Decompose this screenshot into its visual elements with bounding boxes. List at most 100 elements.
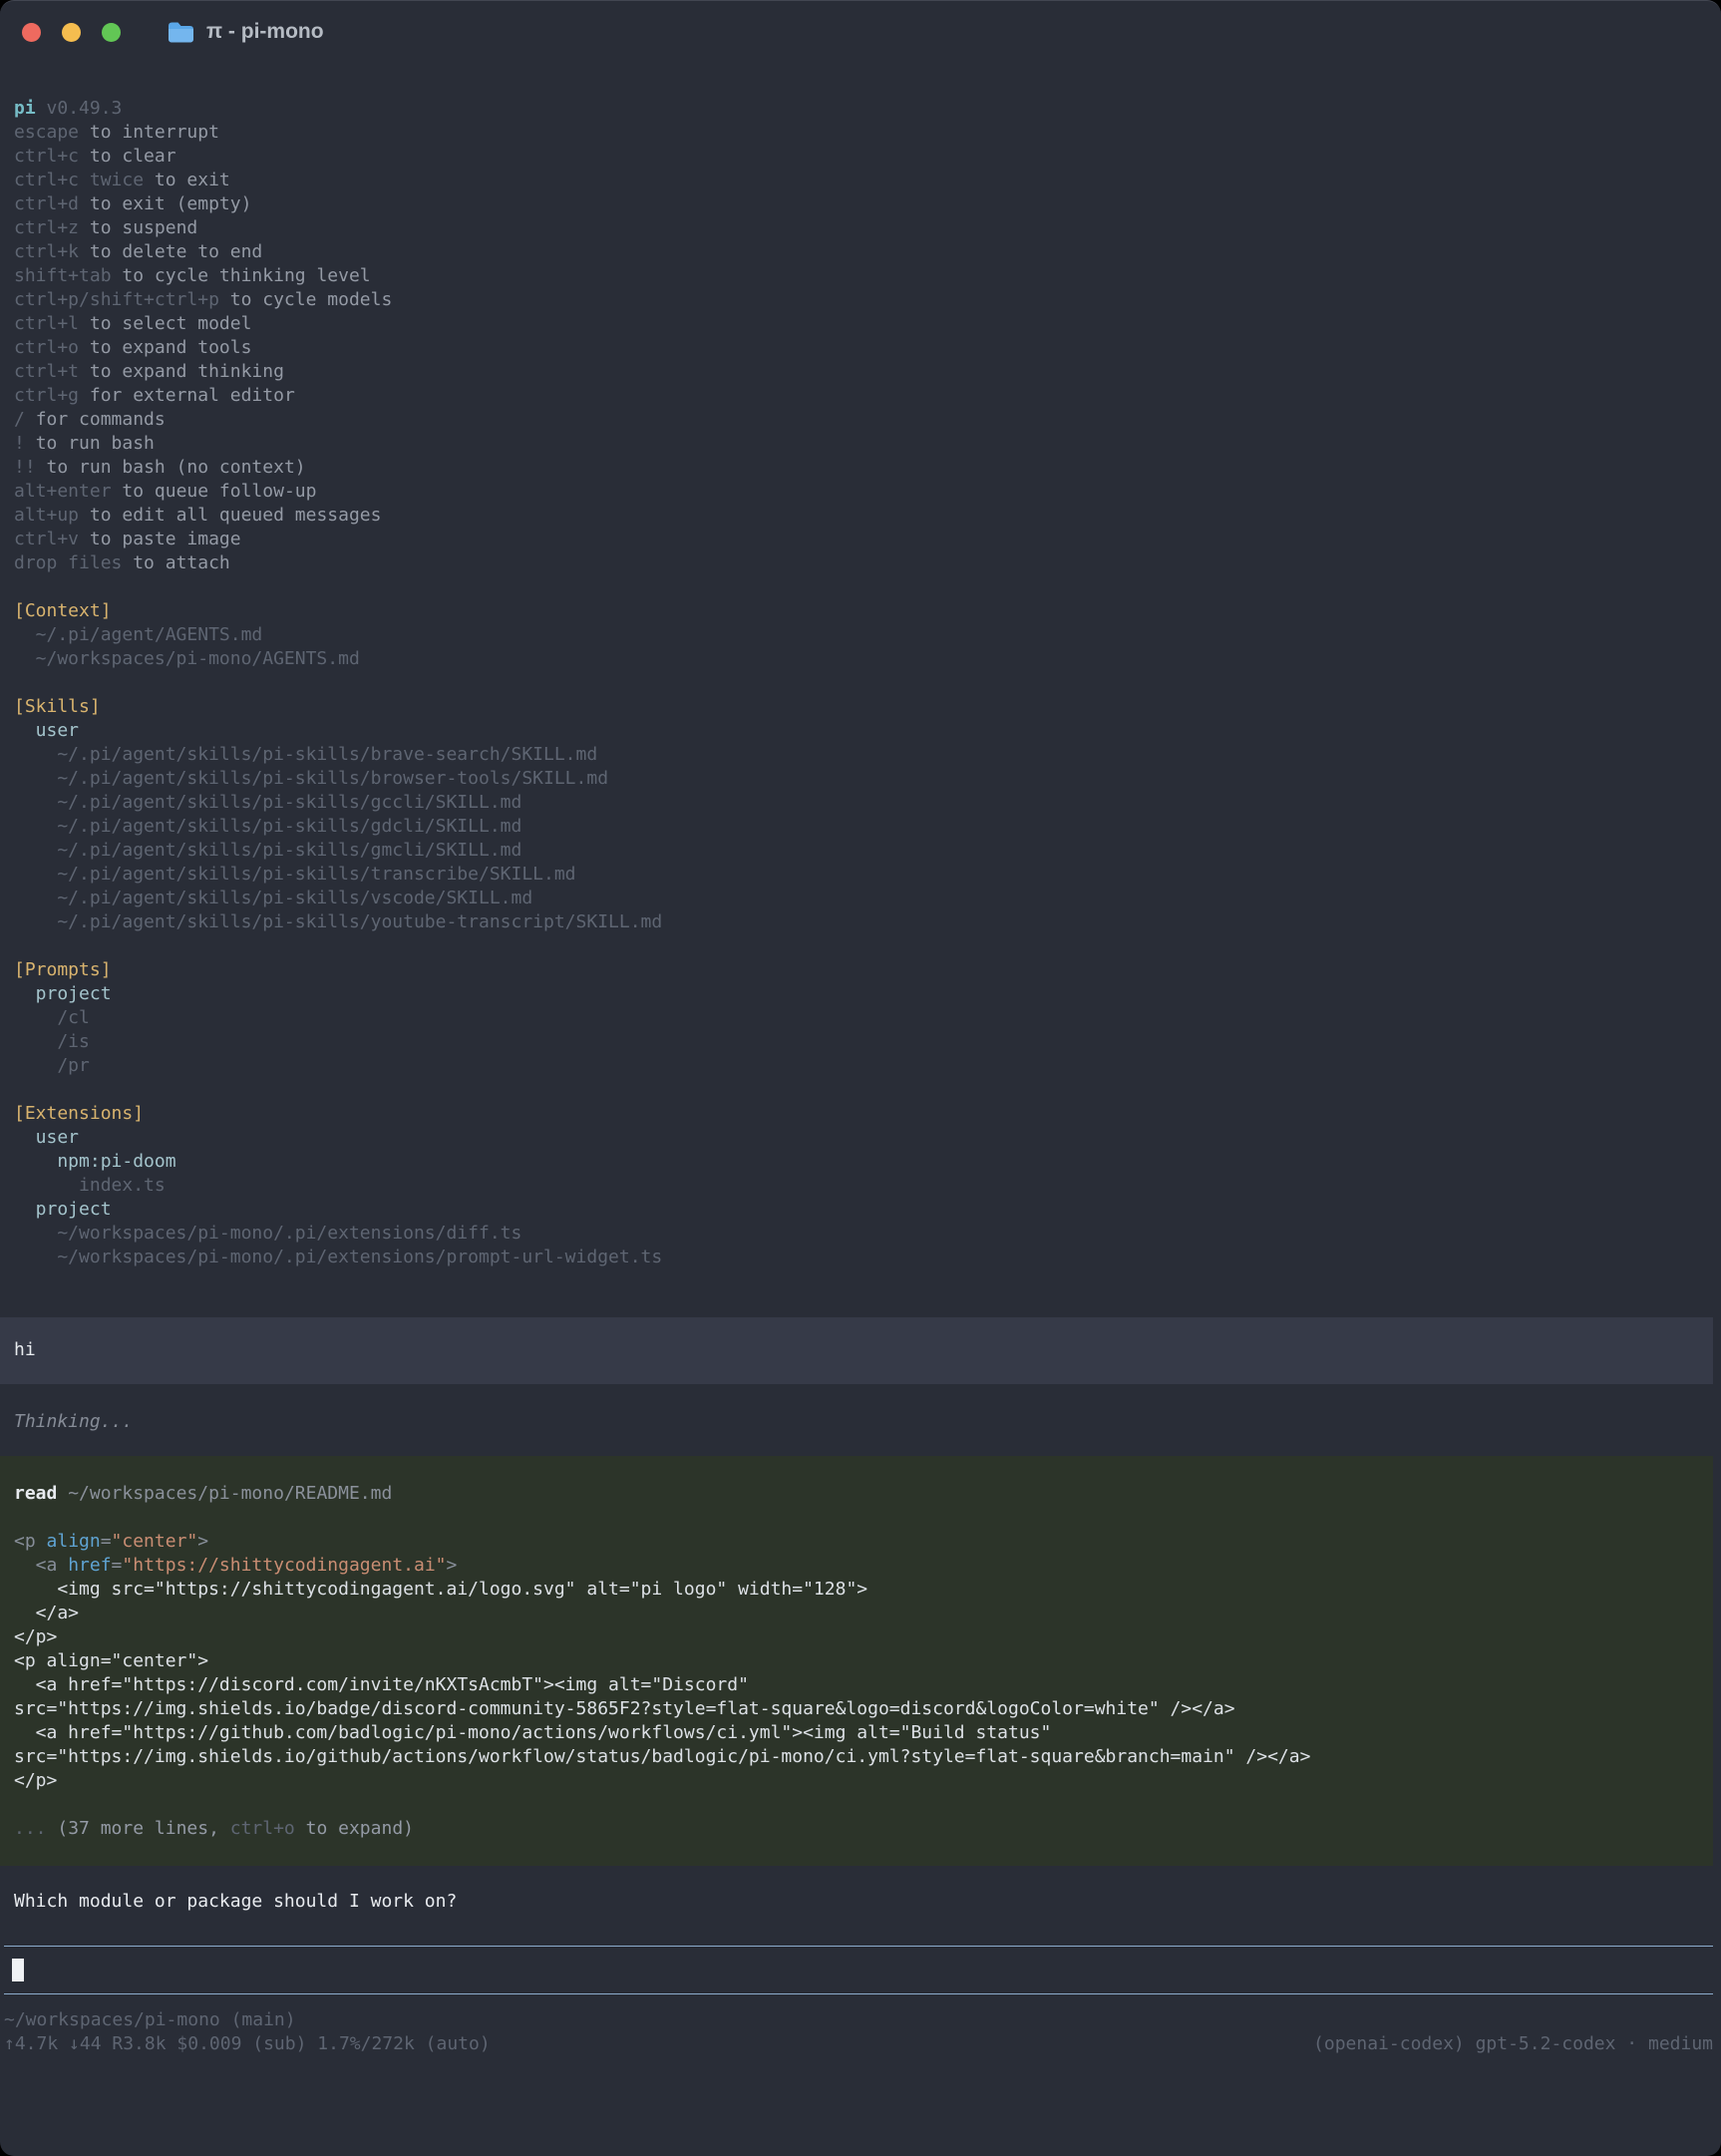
- code-line: </p>: [0, 1769, 1713, 1793]
- shortcut-action: to run bash: [36, 433, 155, 454]
- shortcut-keys: alt+up: [14, 505, 79, 526]
- terminal-content: pi v0.49.3 escape to interruptctrl+c to …: [0, 63, 1721, 2056]
- skills-row: ~/.pi/agent/skills/pi-skills/vscode/SKIL…: [0, 887, 1721, 910]
- titlebar: π - pi-mono: [0, 1, 1721, 63]
- shortcut-action: to edit all queued messages: [90, 505, 382, 526]
- code-line: <p align="center">: [0, 1530, 1713, 1554]
- file-path: ~/.pi/agent/skills/pi-skills/youtube-tra…: [57, 911, 662, 932]
- code-line: src="https://img.shields.io/github/actio…: [0, 1745, 1713, 1769]
- shortcut-line: ! to run bash: [0, 432, 1721, 456]
- shortcut-action: to exit (empty): [90, 193, 252, 214]
- user-message: hi: [0, 1317, 1713, 1384]
- shortcut-action: to expand thinking: [90, 361, 284, 382]
- shortcut-line: ctrl+o to expand tools: [0, 336, 1721, 360]
- shortcut-keys: ctrl+k: [14, 241, 79, 262]
- folder-icon: [168, 21, 194, 43]
- shortcut-action: to select model: [90, 313, 252, 334]
- shortcut-line: ctrl+d to exit (empty): [0, 192, 1721, 216]
- skills-section: [Skills] user~/.pi/agent/skills/pi-skill…: [0, 695, 1721, 934]
- user-message-text: hi: [0, 1338, 1713, 1362]
- extensions-list: usernpm:pi-doomindex.ts project ~/workspac…: [0, 1126, 1721, 1269]
- status-cwd: ~/workspaces/pi-mono (main): [0, 2008, 1721, 2032]
- prompt-name: /is: [57, 1031, 90, 1052]
- shortcut-keys: drop files: [14, 552, 122, 573]
- file-path: ~/.pi/agent/skills/pi-skills/transcribe/…: [57, 864, 575, 885]
- code-line: [0, 1506, 1713, 1530]
- shortcut-action: to run bash (no context): [47, 457, 306, 478]
- prompts-row: /pr: [0, 1054, 1721, 1078]
- shortcut-keys: ctrl+p/shift+ctrl+p: [14, 289, 219, 310]
- shortcut-keys: ctrl+v: [14, 529, 79, 549]
- shortcut-keys: ctrl+d: [14, 193, 79, 214]
- shortcut-action: to expand tools: [90, 337, 252, 358]
- shortcut-keys: ctrl+z: [14, 217, 79, 238]
- context-file: ~/.pi/agent/AGENTS.md: [0, 623, 1721, 647]
- maximize-button[interactable]: [102, 23, 121, 42]
- code-line: [0, 1793, 1713, 1817]
- extensions-row: npm:pi-doom: [0, 1150, 1721, 1174]
- shortcut-action: to attach: [133, 552, 230, 573]
- status-usage: ↑4.7k ↓44 R3.8k $0.009 (sub) 1.7%/272k (…: [4, 2032, 491, 2056]
- shortcut-keys: shift+tab: [14, 265, 112, 286]
- shortcut-keys: !: [14, 433, 25, 454]
- shortcut-line: escape to interrupt: [0, 121, 1721, 145]
- shortcut-keys: ctrl+o: [14, 337, 79, 358]
- shortcut-keys: ctrl+c: [14, 146, 79, 167]
- shortcut-list: escape to interruptctrl+c to clearctrl+c…: [0, 121, 1721, 575]
- file-path: ~/.pi/agent/AGENTS.md: [36, 624, 263, 645]
- tool-name: read: [14, 1483, 57, 1504]
- extensions-row: project: [0, 1198, 1721, 1222]
- extension-name: user: [36, 1127, 79, 1148]
- shortcut-keys: ctrl+g: [14, 385, 79, 406]
- shortcut-line: alt+enter to queue follow-up: [0, 480, 1721, 504]
- skills-header: [Skills]: [0, 695, 1721, 719]
- prompt-name: /pr: [57, 1055, 90, 1076]
- shortcut-keys: escape: [14, 122, 79, 143]
- context-section: [Context] ~/.pi/agent/AGENTS.md~/workspa…: [0, 599, 1721, 671]
- close-button[interactable]: [22, 23, 41, 42]
- code-line: <a href="https://discord.com/invite/nKXT…: [0, 1673, 1713, 1697]
- prompts-header: [Prompts]: [0, 958, 1721, 982]
- code-line: ... (37 more lines, ctrl+o to expand): [0, 1817, 1713, 1841]
- extension-name: project: [36, 1199, 112, 1220]
- shortcut-keys: ctrl+t: [14, 361, 79, 382]
- skills-file-list: user~/.pi/agent/skills/pi-skills/brave-s…: [0, 719, 1721, 934]
- skills-row: ~/.pi/agent/skills/pi-skills/youtube-tra…: [0, 910, 1721, 934]
- shortcut-line: ctrl+t to expand thinking: [0, 360, 1721, 384]
- shortcut-keys: !!: [14, 457, 36, 478]
- shortcut-line: ctrl+k to delete to end: [0, 240, 1721, 264]
- thinking-indicator: Thinking...: [0, 1410, 1721, 1434]
- skills-row: ~/.pi/agent/skills/pi-skills/brave-searc…: [0, 743, 1721, 767]
- tool-arg: ~/workspaces/pi-mono/README.md: [68, 1483, 392, 1504]
- tool-output: <p align="center"> <a href="https://shit…: [0, 1506, 1713, 1841]
- extensions-row: index.ts: [0, 1174, 1721, 1198]
- prompts-list: project/cl/is/pr: [0, 982, 1721, 1078]
- app-version: v0.49.3: [47, 98, 123, 119]
- context-file: ~/workspaces/pi-mono/AGENTS.md: [0, 647, 1721, 671]
- prompt-name: /cl: [57, 1007, 90, 1028]
- minimize-button[interactable]: [62, 23, 81, 42]
- prompt-input[interactable]: [4, 1946, 1713, 1994]
- code-line: </p>: [0, 1625, 1713, 1649]
- shortcut-action: to suspend: [90, 217, 197, 238]
- shortcut-keys: ctrl+c twice: [14, 170, 144, 190]
- shortcut-line: ctrl+c to clear: [0, 145, 1721, 169]
- extension-name: ~/workspaces/pi-mono/.pi/extensions/diff…: [57, 1223, 521, 1244]
- shortcut-line: ctrl+z to suspend: [0, 216, 1721, 240]
- extension-name: index.ts: [79, 1175, 166, 1196]
- skills-row: ~/.pi/agent/skills/pi-skills/transcribe/…: [0, 863, 1721, 887]
- shortcut-action: for external editor: [90, 385, 295, 406]
- terminal-window: π - pi-mono pi v0.49.3 escape to interru…: [0, 0, 1721, 2156]
- prompt-name: project: [36, 983, 112, 1004]
- shortcut-action: to cycle models: [230, 289, 393, 310]
- extensions-row: ~/workspaces/pi-mono/.pi/extensions/prom…: [0, 1246, 1721, 1269]
- skills-row: ~/.pi/agent/skills/pi-skills/gccli/SKILL…: [0, 791, 1721, 815]
- file-path: ~/.pi/agent/skills/pi-skills/brave-searc…: [57, 744, 597, 765]
- code-line: <img src="https://shittycodingagent.ai/l…: [0, 1578, 1713, 1602]
- app-name: pi: [14, 98, 36, 119]
- file-path: ~/.pi/agent/skills/pi-skills/browser-too…: [57, 768, 608, 789]
- file-path: ~/.pi/agent/skills/pi-skills/gccli/SKILL…: [57, 792, 521, 813]
- file-path: ~/.pi/agent/skills/pi-skills/gdcli/SKILL…: [57, 816, 521, 837]
- shortcut-line: ctrl+p/shift+ctrl+p to cycle models: [0, 288, 1721, 312]
- context-file-list: ~/.pi/agent/AGENTS.md~/workspaces/pi-mon…: [0, 623, 1721, 671]
